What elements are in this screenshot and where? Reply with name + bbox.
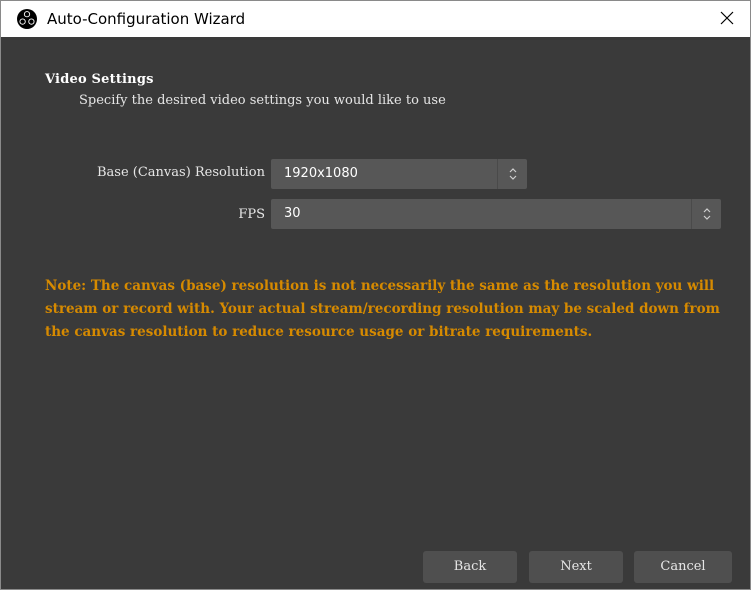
page-subtitle: Specify the desired video settings you w… (79, 93, 446, 108)
wizard-content: Video Settings Specify the desired video… (1, 37, 750, 589)
title-bar: Auto-Configuration Wizard (1, 1, 750, 37)
base-resolution-label: Base (Canvas) Resolution (96, 165, 265, 180)
close-icon (720, 10, 734, 29)
window-title: Auto-Configuration Wizard (47, 10, 246, 28)
fps-combo[interactable]: 30 (271, 199, 721, 229)
base-resolution-value: 1920x1080 (284, 166, 358, 181)
up-down-arrows-icon[interactable] (497, 159, 527, 189)
cancel-button[interactable]: Cancel (634, 551, 732, 583)
page-title: Video Settings (45, 72, 154, 87)
base-resolution-combo[interactable]: 1920x1080 (271, 159, 527, 189)
next-button[interactable]: Next (529, 551, 623, 583)
close-button[interactable] (704, 1, 750, 37)
up-down-arrows-icon[interactable] (691, 199, 721, 229)
obs-logo-icon (17, 9, 37, 29)
fps-value: 30 (284, 206, 301, 221)
wizard-window: Auto-Configuration Wizard Video Settings… (0, 0, 751, 590)
fps-label: FPS (238, 207, 265, 222)
resolution-note: Note: The canvas (base) resolution is no… (45, 278, 720, 340)
back-button[interactable]: Back (423, 551, 517, 583)
